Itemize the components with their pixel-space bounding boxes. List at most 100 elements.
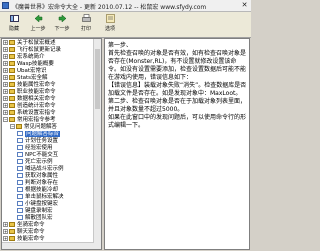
article-body: 第一步、 首先检查召唤的对象是否有效，如有检查召唤对象是否存在(Monster,… [108,42,248,130]
book-icon [9,61,15,66]
tree-item-label: 小键盘按键宏 [25,201,59,207]
hide-button[interactable]: 隐藏 [3,14,25,35]
tree-item[interactable]: 小键盘按键宏 [2,201,58,208]
expand-icon[interactable]: + [3,68,8,73]
tree-item-label: 创造统计宏命令 [17,103,56,109]
tree-item[interactable]: + 技能属性宏命令 [2,82,56,89]
page-icon [17,208,23,213]
forward-button[interactable]: 下一步 [51,14,73,35]
tree-item[interactable]: + 坐骑宏命令 [2,222,45,229]
tree-item[interactable]: 判断对象存在 [2,180,58,187]
tree-item[interactable]: + 系统设置宏指令 [2,110,56,117]
book-icon [9,40,15,45]
content-paragraph: 首先检查召唤的对象是否有效，如有检查召唤对象是否存在(Monster,RL)，有… [108,50,247,81]
options-label: 选项 [104,26,115,32]
options-button[interactable]: 选项 [99,14,121,35]
tree-item-label: 常见问题解答 [24,124,58,130]
tree-item[interactable]: 解散团队宏 [2,215,53,222]
tree-item-label: 宏系统简介 [17,54,45,60]
tree-scroll-thumb[interactable] [95,49,100,109]
hide-icon [9,14,19,23]
expand-icon[interactable]: + [3,47,8,52]
expand-icon[interactable]: + [3,54,8,59]
hide-label: 隐藏 [8,26,19,32]
tree-vertical-scrollbar[interactable] [93,39,101,249]
tree-item[interactable]: 喊话战斗宏示例 [2,166,64,173]
page-icon [17,215,23,220]
page-icon [17,201,23,206]
tree-item[interactable]: 问题解答综合 [2,131,61,138]
tree-item[interactable]: + 宏系统简介 [2,54,45,61]
tree-item-label: 系统设置宏指令 [17,110,56,116]
expand-icon[interactable]: + [3,236,8,241]
content-paragraph: 第一步、 [108,42,133,49]
tree-item[interactable]: − 常见问题解答 [2,124,57,131]
tree-item-label: 计划任务设置 [25,138,59,144]
content-paragraph: 【错误信息】装载对象失败“消失”。检查数据库是否加载文件是否存在。如是发现对象中… [108,82,247,97]
page-icon [17,180,23,185]
book-icon [9,75,15,80]
tree-item-label: 关于松鼠宏概述 [17,40,56,46]
book-icon [9,82,15,87]
expand-icon[interactable]: + [3,229,8,234]
print-button[interactable]: 打印 [75,14,97,35]
tree-item[interactable]: 键盘录制宏 [2,208,53,215]
expand-icon[interactable]: + [3,110,8,115]
back-label: 上一步 [30,26,46,32]
tree-item-label: 职业技能宏命令 [17,89,56,95]
content-pane: 第一步、 首先检查召唤的对象是否有效，如有检查召唤对象是否存在(Monster,… [104,38,250,250]
tree-item[interactable]: 计划任务设置 [2,138,58,145]
tree-item[interactable]: + 职业技能宏命令 [2,89,56,96]
tree-item[interactable]: − 常用宏指令参考 [2,117,56,124]
tree-item-label: Ubat宏常识 [17,68,47,74]
book-icon [9,110,15,115]
collapse-icon[interactable]: − [3,117,8,122]
forward-label: 下一步 [54,26,70,32]
tree-item[interactable]: + 关于松鼠宏概述 [2,40,56,47]
tree-item[interactable]: + Stats宏全解 [2,75,48,82]
tree-item-label: 单击鼠标宏解决 [25,194,64,200]
back-button[interactable]: 上一步 [27,14,49,35]
tree-item-label: 判断对象存在 [25,180,59,186]
expand-icon[interactable]: + [3,103,8,108]
expand-icon[interactable]: + [3,96,8,101]
tree-item[interactable]: + 创造统计宏命令 [2,103,56,110]
tree-horizontal-scrollbar[interactable] [2,242,94,249]
close-icon[interactable]: ✕ [240,1,249,9]
expand-icon[interactable]: + [3,75,8,80]
expand-icon[interactable]: + [3,61,8,66]
expand-icon[interactable]: + [3,82,8,87]
tree-item[interactable]: 根据技能冷却 [2,187,58,194]
title-bar[interactable]: 《魔兽世界》宏命令大全 - 更新 2010.07.12 -- 松鼠宏 www.s… [0,0,251,12]
tree-item-label: NPC不能交互 [25,152,59,158]
book-icon [9,229,15,234]
tree-item-label: 键盘录制宏 [25,208,53,214]
contents-tree[interactable]: + 关于松鼠宏概述 + 飞行松鼠更新记录 + 宏系统简介 + Wasp技能概要 + Ubat宏常识… [1,38,102,250]
tree-item-label: 经验宏使用 [25,145,53,151]
tree-item-label: 数据相关宏命令 [17,96,56,102]
book-icon [9,68,15,73]
tree-item[interactable]: + 数据相关宏命令 [2,96,56,103]
tree-item[interactable]: 单击鼠标宏解决 [2,194,64,201]
expand-icon[interactable]: + [3,222,8,227]
app-icon [2,2,9,9]
tree-item-label: Wasp技能概要 [17,61,54,67]
tree-item[interactable]: 经验宏使用 [2,145,53,152]
tree-item-label: 解散团队宏 [25,215,53,221]
tree-item[interactable]: + 飞行松鼠更新记录 [2,47,61,54]
expand-icon[interactable]: + [3,40,8,45]
tree-item[interactable]: + Wasp技能概要 [2,61,54,68]
tree-item[interactable]: 死亡宏示例 [2,159,53,166]
tree-item[interactable]: + Ubat宏常识 [2,68,47,75]
tree-item-label: 喊话战斗宏示例 [25,166,64,172]
book-icon [9,89,15,94]
page-icon [17,166,23,171]
tree-item[interactable]: 获取对象属性 [2,173,58,180]
tree-item-label: 根据技能冷却 [25,187,59,193]
expand-icon[interactable]: + [3,89,8,94]
collapse-icon[interactable]: − [10,124,15,129]
tree-item[interactable]: + 聊天宏命令 [2,229,45,236]
book-icon [9,236,15,241]
tree-item-label: 聊天宏命令 [17,229,45,235]
tree-item[interactable]: NPC不能交互 [2,152,58,159]
